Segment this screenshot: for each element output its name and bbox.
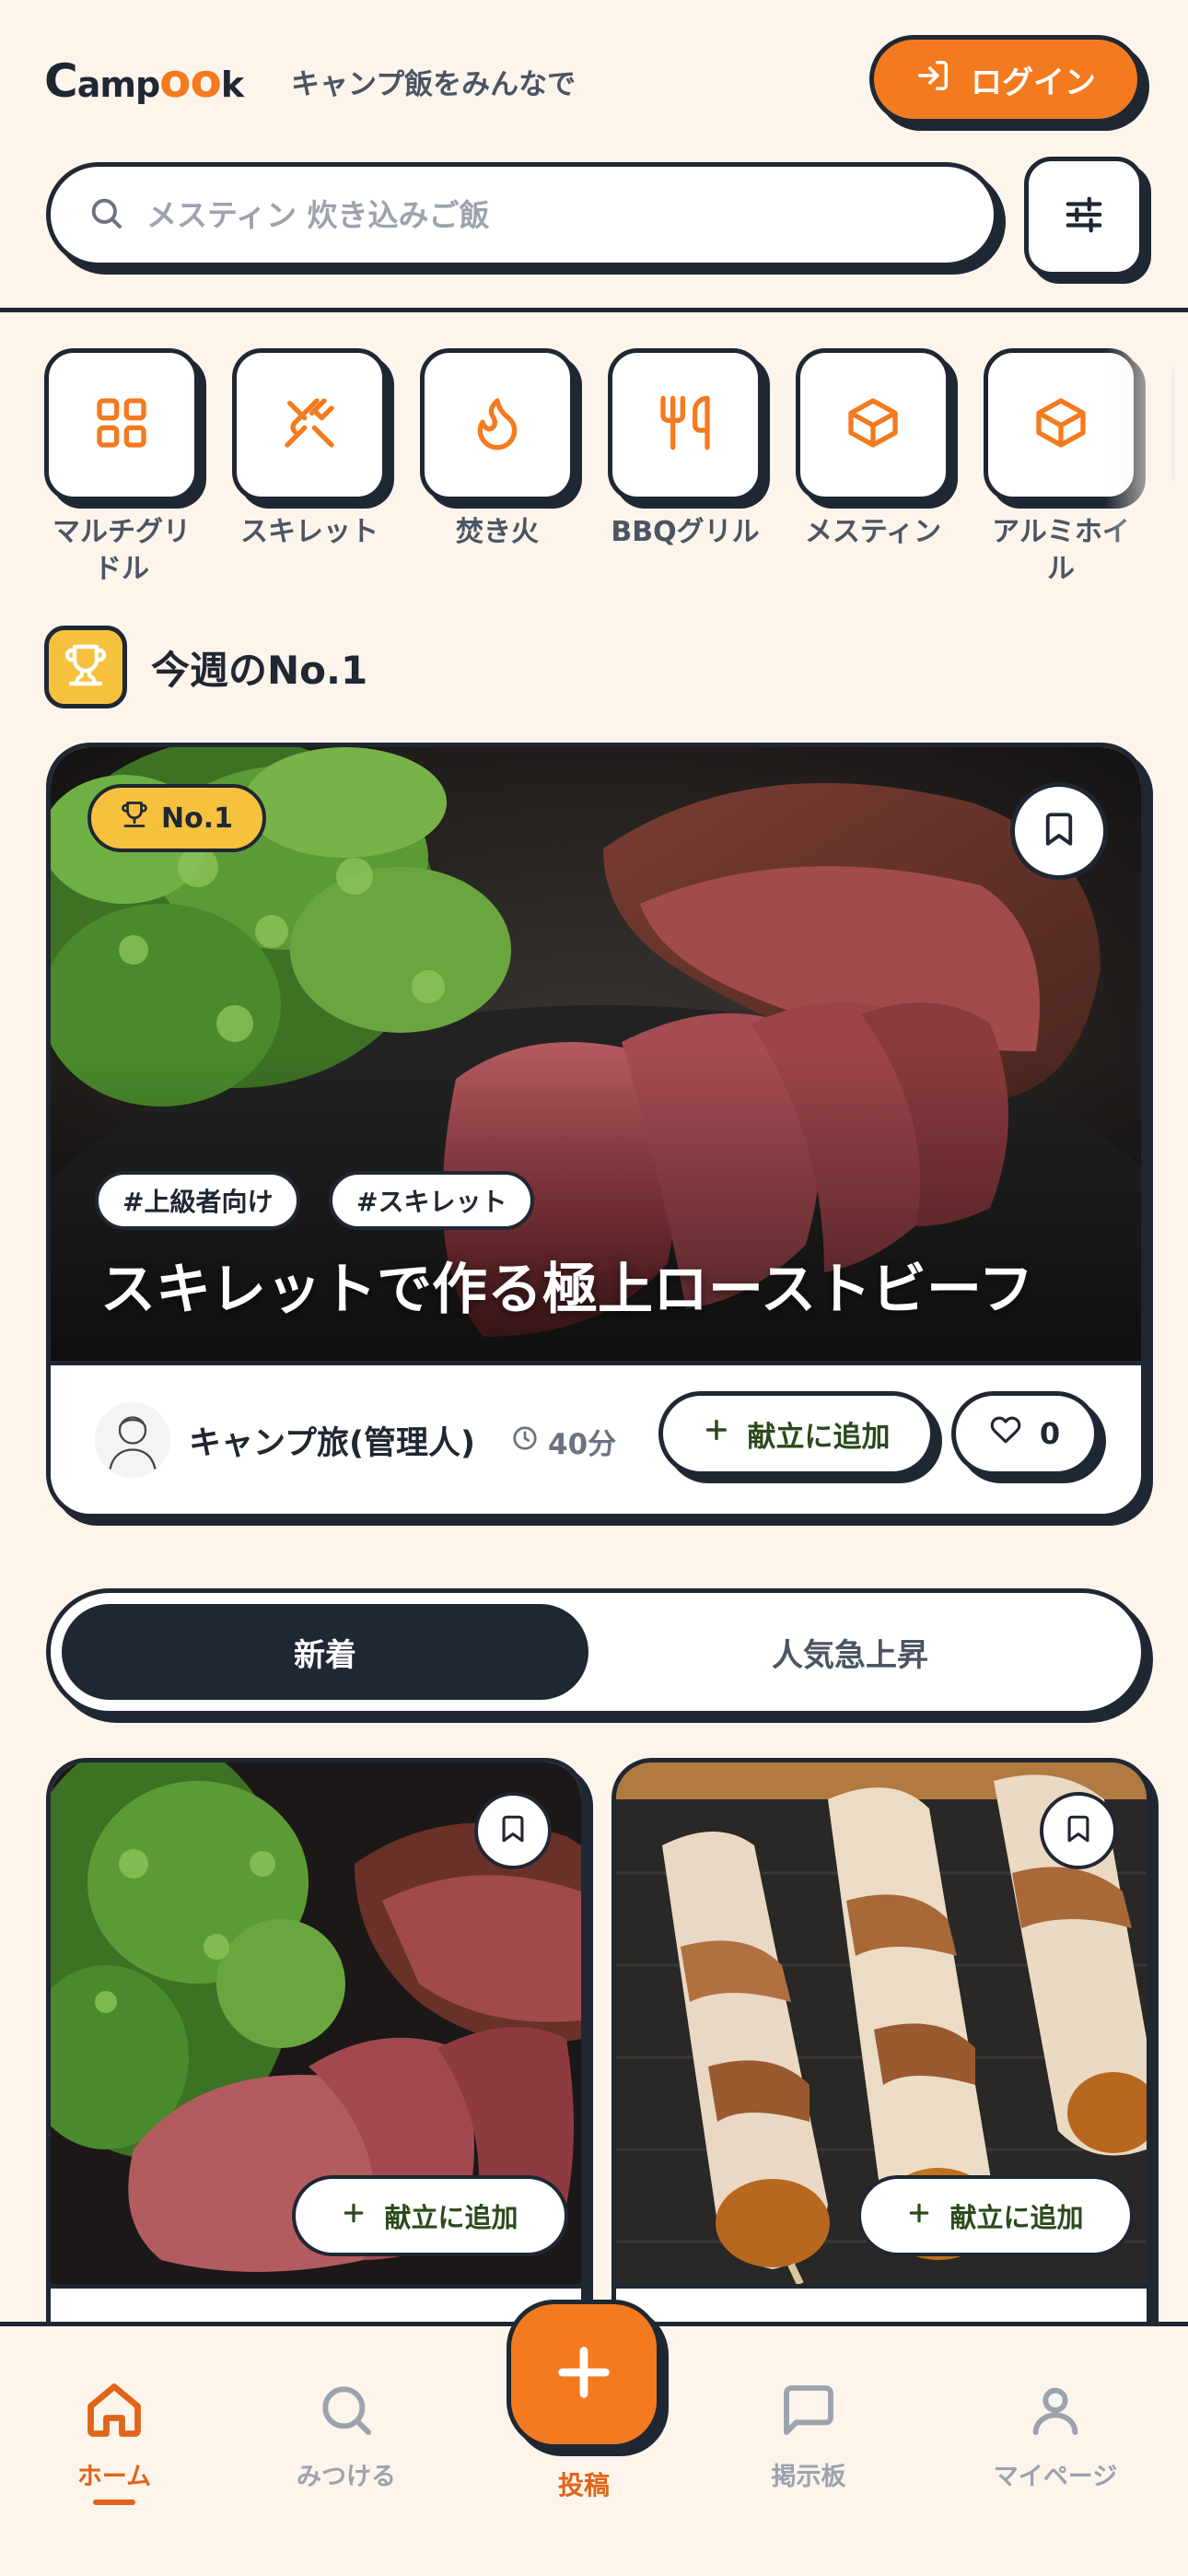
- nav-mypage[interactable]: マイページ: [963, 2377, 1147, 2492]
- flame-icon: [468, 393, 527, 456]
- bookmark-icon: [1040, 810, 1078, 852]
- recipe-tag[interactable]: #スキレット: [329, 1171, 535, 1230]
- bookmark-icon: [1063, 1813, 1094, 1848]
- recipe-card[interactable]: 献立に追加: [46, 1758, 586, 2403]
- post-button[interactable]: [507, 2300, 661, 2449]
- add-to-menu-button[interactable]: 献立に追加: [292, 2175, 568, 2256]
- recipe-title[interactable]: スキレットで作る極上ローストビーフ: [100, 1245, 1033, 1325]
- category-icon-box: [608, 348, 763, 501]
- grid-icon: [92, 393, 151, 456]
- recipe-image[interactable]: 献立に追加: [51, 1762, 581, 2284]
- scroll-fade: [1105, 348, 1188, 597]
- cook-time-value: 40分: [548, 1428, 617, 1461]
- like-count: 0: [1039, 1416, 1061, 1451]
- tagline: キャンプ飯をみんなで: [291, 68, 577, 101]
- app-logo[interactable]: Campook: [44, 44, 244, 118]
- sliders-icon: [1063, 193, 1105, 240]
- category-item[interactable]: スキレット: [232, 348, 387, 551]
- category-item[interactable]: メスティン: [796, 348, 950, 551]
- section-title: 今週のNo.1: [44, 625, 367, 709]
- bookmark-icon: [497, 1813, 529, 1848]
- box-icon: [1031, 393, 1090, 456]
- add-to-menu-label: 献立に追加: [949, 2202, 1084, 2233]
- add-to-menu-button[interactable]: 献立に追加: [857, 2175, 1134, 2256]
- rank-badge-label: No.1: [161, 802, 233, 835]
- nav-board-label: 掲示板: [771, 2463, 846, 2491]
- bookmark-button[interactable]: [1040, 1792, 1117, 1869]
- category-icon-box: [232, 348, 387, 501]
- featured-recipe-card[interactable]: No.1 #上級者向け #スキレット スキレットで作る極上ローストビーフ キャン…: [46, 743, 1146, 1518]
- category-label: メスティン: [804, 516, 942, 548]
- heart-icon: [990, 1414, 1021, 1453]
- nav-board[interactable]: 掲示板: [716, 2377, 901, 2492]
- clock-icon: [511, 1424, 539, 1459]
- bookmark-button[interactable]: [1010, 782, 1108, 880]
- login-icon: [915, 58, 950, 101]
- header-divider: [0, 308, 1188, 312]
- nav-home-label: ホーム: [76, 2463, 152, 2491]
- featured-recipe-image[interactable]: No.1 #上級者向け #スキレット スキレットで作る極上ローストビーフ: [51, 747, 1141, 1361]
- cook-time: 40分: [511, 1421, 616, 1462]
- recipe-image[interactable]: 献立に追加: [616, 1762, 1147, 2284]
- avatar[interactable]: [95, 1402, 170, 1478]
- utensils-crossed-icon: [280, 393, 339, 456]
- nav-search[interactable]: みつける: [254, 2377, 438, 2492]
- home-icon: [22, 2377, 206, 2443]
- user-icon: [963, 2377, 1147, 2443]
- tab-trending[interactable]: 人気急上昇: [587, 1604, 1113, 1700]
- section-title-text: 今週のNo.1: [151, 647, 368, 693]
- sort-toggle: 新着 人気急上昇: [46, 1588, 1146, 1715]
- plus-icon: [342, 2200, 366, 2231]
- logo-text: Campook: [44, 54, 244, 108]
- author-name[interactable]: キャンプ旅(管理人): [189, 1417, 475, 1464]
- category-item[interactable]: マルチグリドル: [44, 348, 199, 588]
- category-label: スキレット: [240, 516, 379, 548]
- search-icon: [87, 194, 124, 235]
- login-button[interactable]: ログイン: [869, 35, 1142, 123]
- trophy-badge: [44, 626, 127, 708]
- filter-button[interactable]: [1024, 157, 1144, 276]
- plus-icon: [907, 2200, 931, 2231]
- tab-new[interactable]: 新着: [62, 1604, 588, 1700]
- active-indicator: [93, 2500, 135, 2505]
- recipe-tag[interactable]: #上級者向け: [95, 1171, 301, 1230]
- featured-card-footer: キャンプ旅(管理人) 40分 献立に追加 0: [51, 1361, 1141, 1514]
- box-icon: [844, 393, 903, 456]
- category-icon-box: [420, 348, 575, 501]
- category-label: マルチグリドル: [52, 516, 191, 585]
- search-input[interactable]: [146, 196, 975, 233]
- fork-knife-icon: [656, 393, 715, 456]
- plus-icon: [704, 1417, 729, 1450]
- rank-badge: No.1: [87, 784, 266, 852]
- search-box[interactable]: [46, 162, 998, 267]
- like-button[interactable]: 0: [951, 1391, 1099, 1476]
- plus-icon: [552, 2340, 616, 2408]
- category-icon-box: [796, 348, 950, 501]
- bookmark-button[interactable]: [474, 1792, 552, 1869]
- post-label: 投稿: [557, 2470, 610, 2500]
- add-to-menu-button[interactable]: 献立に追加: [658, 1391, 935, 1476]
- category-item[interactable]: BBQグリル: [608, 348, 763, 551]
- add-to-menu-label: 献立に追加: [384, 2202, 518, 2233]
- category-label: 焚き火: [456, 516, 539, 548]
- trophy-icon: [121, 801, 148, 836]
- trophy-icon: [64, 643, 108, 691]
- nav-home[interactable]: ホーム: [22, 2377, 206, 2505]
- recipe-card[interactable]: 献立に追加: [611, 1758, 1151, 2403]
- nav-mypage-label: マイページ: [993, 2463, 1118, 2491]
- add-to-menu-label: 献立に追加: [747, 1420, 891, 1454]
- category-label: BBQグリル: [611, 516, 760, 548]
- login-label: ログイン: [971, 64, 1096, 101]
- nav-search-label: みつける: [297, 2463, 396, 2491]
- category-item[interactable]: 焚き火: [420, 348, 575, 551]
- header: Campook キャンプ飯をみんなで ログイン: [0, 0, 1188, 313]
- search-icon: [254, 2377, 438, 2443]
- message-square-icon: [716, 2377, 901, 2443]
- category-icon-box: [44, 348, 199, 501]
- category-list[interactable]: マルチグリドル スキレット 焚き火 BBQグリル メスティン アルミホイル: [0, 348, 1188, 597]
